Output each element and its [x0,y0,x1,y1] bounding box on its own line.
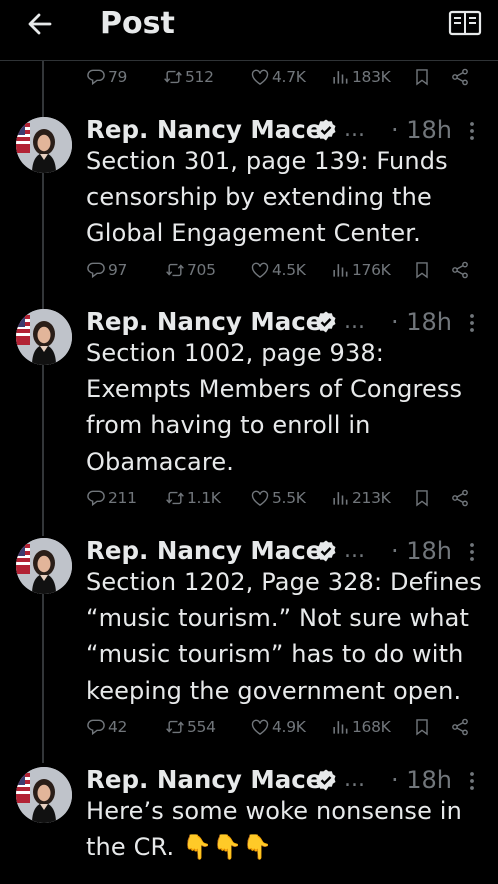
like-icon [251,262,269,278]
view-count: 176K [352,261,391,279]
like-icon [251,69,269,85]
share-button[interactable] [450,62,472,92]
share-icon [452,718,468,736]
verified-badge-icon [315,539,337,563]
reply-count: 79 [108,68,128,86]
like-count: 5.5K [272,489,306,507]
views-icon [333,70,348,85]
avatar[interactable] [16,767,72,823]
verified-badge-icon [315,310,337,334]
repost-icon [165,491,185,505]
more-icon[interactable] [462,770,482,792]
repost-icon [165,720,185,734]
thread-line [42,172,44,310]
repost-button[interactable]: 512 [163,62,214,92]
back-button[interactable] [24,8,56,40]
view-count: 168K [352,718,391,736]
like-button[interactable]: 4.7K [250,62,306,92]
reply-count: 97 [108,261,128,279]
bookmark-icon [416,69,428,85]
like-button[interactable]: 4.9K [250,712,306,742]
avatar[interactable] [16,117,72,173]
verified-badge-icon [315,118,337,142]
share-icon [452,261,468,279]
bookmark-button[interactable] [412,255,434,285]
like-button[interactable]: 5.5K [250,483,306,513]
more-icon[interactable] [462,312,482,334]
action-bar: 211 1.1K 5.5K 213K [0,483,498,513]
repost-count: 554 [187,718,216,736]
bookmark-button[interactable] [412,483,434,513]
more-icon[interactable] [462,120,482,142]
share-button[interactable] [450,483,472,513]
tweet-text: Section 1202, Page 328: Defines “music t… [86,568,482,705]
reply-button[interactable]: 97 [86,255,127,285]
page-title: Post [100,6,175,41]
share-icon [452,489,468,507]
repost-icon [163,70,183,84]
like-icon [251,490,269,506]
repost-button[interactable]: 1.1K [165,483,221,513]
reader-mode-icon [448,10,482,36]
bookmark-button[interactable] [412,712,434,742]
avatar[interactable] [16,309,72,365]
reply-icon [87,490,105,506]
reply-button[interactable]: 79 [86,62,127,92]
share-icon [452,68,468,86]
more-icon[interactable] [462,541,482,563]
repost-count: 512 [185,68,214,86]
views-icon [333,263,348,278]
back-arrow-icon [28,13,52,35]
view-count: 213K [352,489,391,507]
views-icon [333,720,348,735]
verified-badge-icon [315,768,337,792]
bookmark-icon [416,490,428,506]
reply-icon [87,69,105,85]
tweet-text: Section 301, page 139: Funds censorship … [86,147,448,248]
tweet-text: Here’s some woke nonsense in the CR. 👇👇👇 [86,797,462,862]
reply-button[interactable]: 211 [86,483,137,513]
reply-count: 42 [108,718,128,736]
top-bar: Post [0,0,498,61]
repost-button[interactable]: 554 [165,712,216,742]
like-count: 4.9K [272,718,306,736]
reply-icon [87,719,105,735]
share-button[interactable] [450,255,472,285]
views-icon [333,491,348,506]
like-count: 4.5K [272,261,306,279]
bookmark-icon [416,719,428,735]
reply-icon [87,262,105,278]
like-count: 4.7K [272,68,306,86]
avatar[interactable] [16,538,72,594]
like-icon [251,719,269,735]
tweet-text: Section 1002, page 938: Exempts Members … [86,339,463,476]
views-button[interactable]: 213K [330,483,391,513]
reply-count: 211 [108,489,137,507]
like-button[interactable]: 4.5K [250,255,306,285]
repost-icon [165,263,185,277]
views-button[interactable]: 176K [330,255,391,285]
view-count: 183K [352,68,391,86]
action-bar: 42 554 4.9K 168K [0,712,498,742]
bookmark-button[interactable] [412,62,434,92]
share-button[interactable] [450,712,472,742]
bookmark-icon [416,262,428,278]
views-button[interactable]: 168K [330,712,391,742]
views-button[interactable]: 183K [330,62,391,92]
repost-count: 1.1K [187,489,221,507]
repost-button[interactable]: 705 [165,255,216,285]
action-bar: 97 705 4.5K 176K [0,255,498,285]
repost-count: 705 [187,261,216,279]
reader-mode-button[interactable] [448,8,482,38]
action-bar: 79 512 4.7K 183K [0,62,498,92]
reply-button[interactable]: 42 [86,712,127,742]
